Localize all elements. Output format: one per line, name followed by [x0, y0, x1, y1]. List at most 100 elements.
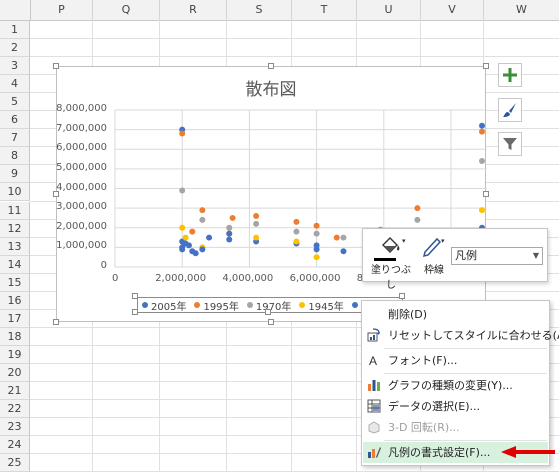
data-point[interactable] — [253, 220, 260, 227]
row-header-11[interactable]: 11 — [0, 201, 30, 220]
data-point[interactable] — [179, 130, 186, 137]
data-point[interactable] — [313, 254, 320, 261]
data-point[interactable] — [479, 128, 485, 135]
row-header-10[interactable]: 10 — [0, 183, 30, 202]
legend-entry[interactable]: 1995年 — [194, 298, 239, 312]
chart-elements-button[interactable] — [498, 63, 522, 87]
data-point[interactable] — [293, 218, 300, 225]
column-header-p[interactable]: P — [31, 0, 93, 20]
resize-handle[interactable] — [483, 63, 489, 69]
fill-button[interactable]: ▾ 塗りつぶし — [366, 233, 416, 291]
row-header-4[interactable]: 4 — [0, 75, 30, 94]
chart-filters-button[interactable] — [498, 132, 522, 156]
column-header-v[interactable]: V — [421, 0, 484, 20]
row-header-25[interactable]: 25 — [0, 454, 30, 472]
data-point[interactable] — [340, 248, 347, 255]
data-point[interactable] — [226, 236, 233, 243]
row-header-9[interactable]: 9 — [0, 165, 30, 184]
data-point[interactable] — [199, 207, 206, 214]
row-header-18[interactable]: 18 — [0, 327, 30, 346]
svg-text:▾: ▾ — [441, 237, 445, 245]
chart-element-select[interactable]: 凡例 ▼ — [451, 247, 543, 265]
row-header-7[interactable]: 7 — [0, 129, 30, 148]
resize-handle[interactable] — [268, 63, 274, 69]
select-all-corner[interactable] — [0, 0, 31, 20]
data-point[interactable] — [479, 207, 485, 214]
row-header-22[interactable]: 22 — [0, 400, 30, 419]
row-header-3[interactable]: 3 — [0, 57, 30, 76]
data-point[interactable] — [313, 222, 320, 229]
column-header-t[interactable]: T — [292, 0, 357, 20]
outline-button[interactable]: ▾ 枠線 — [418, 233, 450, 276]
row-header-15[interactable]: 15 — [0, 273, 30, 292]
data-point[interactable] — [253, 212, 260, 219]
data-point[interactable] — [333, 234, 340, 241]
data-point[interactable] — [199, 216, 206, 223]
data-point[interactable] — [479, 158, 485, 165]
row-header-20[interactable]: 20 — [0, 363, 30, 382]
legend-handle[interactable] — [132, 293, 138, 299]
column-header-q[interactable]: Q — [93, 0, 160, 20]
row-header-24[interactable]: 24 — [0, 436, 30, 455]
row-header-23[interactable]: 23 — [0, 418, 30, 437]
column-header-w[interactable]: W — [484, 0, 559, 20]
data-point[interactable] — [313, 230, 320, 237]
data-point[interactable] — [189, 228, 196, 235]
column-header-s[interactable]: S — [227, 0, 292, 20]
row-header-8[interactable]: 8 — [0, 147, 30, 166]
row-header-13[interactable]: 13 — [0, 237, 30, 256]
resize-handle[interactable] — [483, 191, 489, 197]
menu-item-change-chart-type[interactable]: グラフの種類の変更(Y)... — [363, 375, 548, 396]
resize-handle[interactable] — [268, 319, 274, 325]
select-data-icon — [367, 399, 381, 413]
data-point[interactable] — [293, 228, 300, 235]
row-header-17[interactable]: 17 — [0, 309, 30, 328]
chart-styles-button[interactable] — [498, 98, 522, 122]
data-point[interactable] — [414, 205, 421, 212]
resize-handle[interactable] — [53, 319, 59, 325]
row-header-12[interactable]: 12 — [0, 219, 30, 238]
menu-item-font[interactable]: A フォント(F)... — [363, 350, 548, 371]
data-point[interactable] — [479, 122, 485, 129]
row-header-6[interactable]: 6 — [0, 111, 30, 130]
data-point[interactable] — [179, 224, 186, 231]
data-point[interactable] — [313, 242, 320, 249]
data-point[interactable] — [340, 234, 347, 241]
chart-element-select-value: 凡例 — [455, 249, 477, 262]
menu-item-select-data[interactable]: データの選択(E)... — [363, 396, 548, 417]
data-point[interactable] — [206, 234, 213, 241]
legend-handle[interactable] — [132, 309, 138, 315]
data-point[interactable] — [189, 248, 196, 255]
plot-area[interactable] — [57, 67, 487, 323]
legend-entry[interactable]: 1945年 — [299, 298, 344, 312]
data-point[interactable] — [226, 224, 233, 231]
row-header-14[interactable]: 14 — [0, 255, 30, 274]
legend-handle[interactable] — [399, 293, 405, 299]
data-point[interactable] — [179, 187, 186, 194]
row-header-16[interactable]: 16 — [0, 291, 30, 310]
row-header-2[interactable]: 2 — [0, 39, 30, 58]
scatter-chart[interactable]: 散布図 0 1,000,000 2,000,000 3,000,000 4,000,00… — [56, 66, 487, 323]
data-point[interactable] — [179, 244, 186, 251]
data-point[interactable] — [226, 230, 233, 237]
row-header-19[interactable]: 19 — [0, 345, 30, 364]
column-header-u[interactable]: U — [357, 0, 421, 20]
row-header-1[interactable]: 1 — [0, 21, 30, 40]
context-menu: 削除(D) リセットしてスタイルに合わせる(A) A フォント(F)... グラ… — [361, 300, 559, 466]
menu-item-delete[interactable]: 削除(D) — [363, 304, 548, 325]
data-point[interactable] — [253, 234, 260, 241]
data-point[interactable] — [229, 214, 236, 221]
data-point[interactable] — [414, 216, 421, 223]
data-point[interactable] — [185, 242, 192, 249]
resize-handle[interactable] — [53, 63, 59, 69]
menu-item-reset-style[interactable]: リセットしてスタイルに合わせる(A) — [363, 325, 559, 346]
row-header-5[interactable]: 5 — [0, 93, 30, 112]
row-header-21[interactable]: 21 — [0, 382, 30, 401]
data-point[interactable] — [199, 246, 206, 253]
column-header-r[interactable]: R — [160, 0, 227, 20]
legend-handle[interactable] — [265, 309, 271, 315]
data-point[interactable] — [293, 238, 300, 245]
data-point[interactable] — [182, 234, 189, 241]
legend-entry[interactable]: 2005年 — [142, 298, 186, 312]
resize-handle[interactable] — [53, 191, 59, 197]
